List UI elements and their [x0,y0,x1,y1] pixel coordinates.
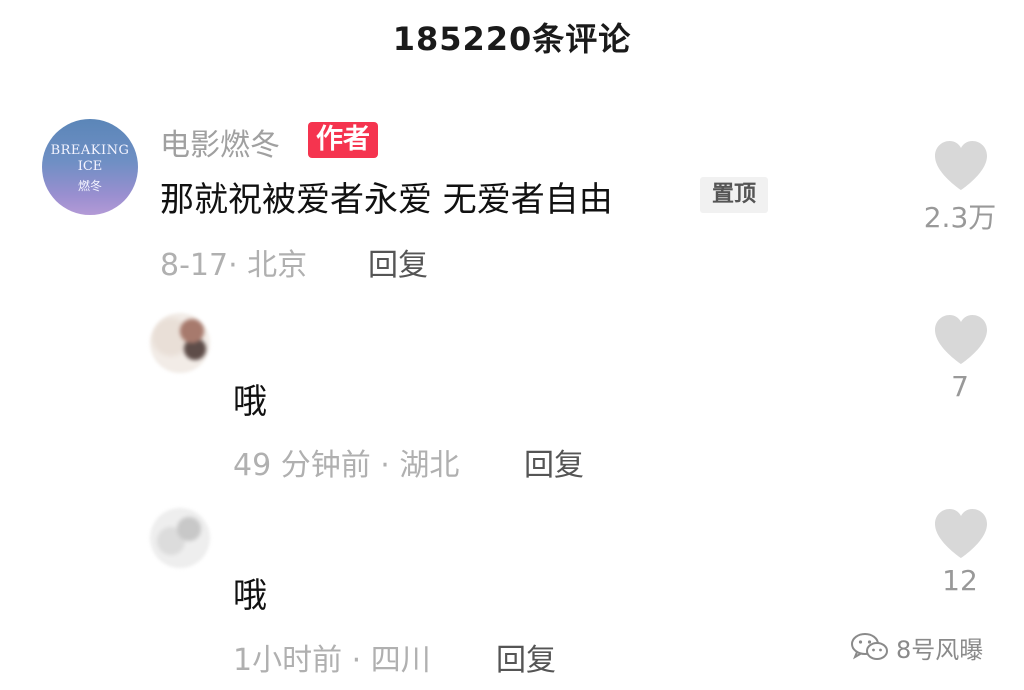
comments-count-title: 185220条评论 [392,20,632,58]
reply-meta: 49 分钟前 · 湖北 [233,448,460,483]
wechat-icon [851,633,888,660]
pinned-badge: 置顶 [700,177,769,213]
watermark: 8号风曝 [850,630,983,664]
like-count: 2.3万 [923,201,997,234]
author-badge: 作者 [308,122,378,158]
avatar-logo-text: ICE [77,159,103,174]
heart-icon[interactable] [933,140,989,192]
reply-meta: 1小时前 · 四川 [233,643,431,678]
avatar-logo-text: BREAKING [50,143,130,158]
comment-username[interactable]: 电影燃冬 [160,120,280,164]
avatar[interactable] [150,313,210,373]
reply-button[interactable]: 回复 [524,440,584,484]
reply-button[interactable]: 回复 [368,240,428,284]
reply-button[interactable]: 回复 [496,635,556,679]
comment-text: 那就祝被爱者永爱 无爱者自由 [160,180,613,220]
comment-meta: 8-17· 北京 [160,248,308,283]
heart-icon[interactable] [933,314,989,366]
reply-text: 哦 [233,576,267,616]
like-count: 12 [942,564,978,597]
like-count: 7 [951,370,969,403]
avatar[interactable] [150,508,210,568]
heart-icon[interactable] [933,508,989,560]
author-avatar[interactable]: BREAKING ICE 燃冬 [42,119,138,215]
watermark-text: 8号风曝 [896,635,984,664]
reply-text: 哦 [233,382,267,422]
avatar-logo-text: 燃冬 [77,179,102,193]
